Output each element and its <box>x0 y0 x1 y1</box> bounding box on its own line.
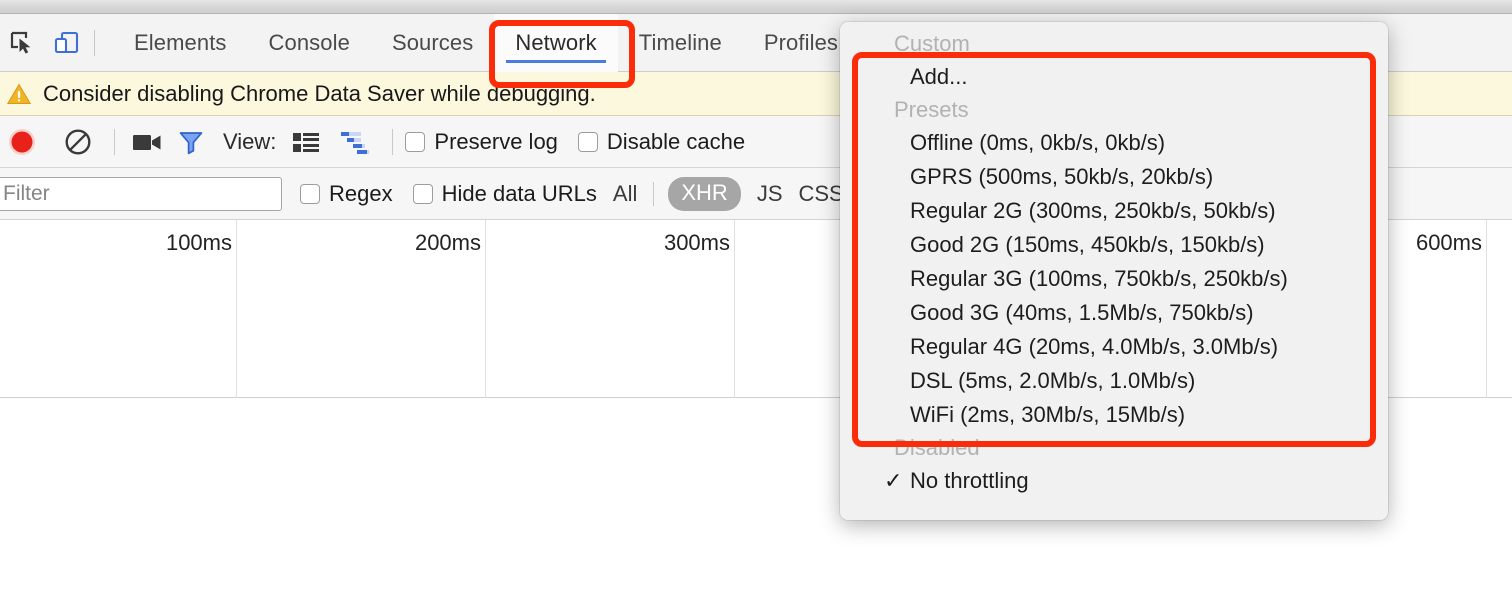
checkmark-icon: ✓ <box>884 468 903 493</box>
ruler-tick-200ms: 200ms <box>414 230 481 255</box>
tab-timeline[interactable]: Timeline <box>618 14 743 72</box>
menu-group-custom: Custom <box>894 31 970 56</box>
menu-item-regular-4g-label: Regular 4G (20ms, 4.0Mb/s, 3.0Mb/s) <box>910 334 1279 359</box>
toolbar-divider <box>94 29 95 56</box>
menu-item-good-2g-label: Good 2G (150ms, 450kb/s, 150kb/s) <box>910 232 1265 257</box>
filter-type-js[interactable]: JS <box>757 181 783 207</box>
filter-type-xhr[interactable]: XHR <box>668 176 741 211</box>
menu-item-no-throttling-label: No throttling <box>910 468 1029 493</box>
record-button-icon <box>9 128 35 155</box>
menu-item-offline[interactable]: Offline (0ms, 0kb/s, 0kb/s) <box>840 126 1388 160</box>
waterfall-view-icon <box>341 131 370 154</box>
tab-timeline-label: Timeline <box>638 29 722 55</box>
regex-checkbox[interactable]: Regex <box>300 181 393 207</box>
regex-box[interactable] <box>300 183 320 204</box>
warning-triangle-icon <box>6 83 32 104</box>
tab-profiles-label: Profiles <box>763 29 839 55</box>
menu-item-gprs[interactable]: GPRS (500ms, 50kb/s, 20kb/s) <box>840 160 1388 194</box>
tab-list: Elements Console Sources Network Timelin… <box>113 13 859 72</box>
menu-item-wifi[interactable]: WiFi (2ms, 30Mb/s, 15Mb/s) <box>840 398 1388 432</box>
menu-item-regular-2g[interactable]: Regular 2G (300ms, 250kb/s, 50kb/s) <box>840 194 1388 228</box>
view-label: View: <box>223 128 277 154</box>
toolbar-divider-1 <box>114 128 115 155</box>
toolbar-divider-2 <box>392 128 394 155</box>
menu-item-regular-2g-label: Regular 2G (300ms, 250kb/s, 50kb/s) <box>910 198 1276 223</box>
ruler-cell-1: 100ms <box>0 220 237 398</box>
menu-item-good-2g[interactable]: Good 2G (150ms, 450kb/s, 150kb/s) <box>840 228 1388 262</box>
menu-group-presets: Presets <box>894 97 969 122</box>
device-toolbar-icon <box>54 31 79 53</box>
throttling-dropdown-menu[interactable]: Custom Add... Presets Offline (0ms, 0kb/… <box>840 22 1388 520</box>
hide-data-urls-checkbox[interactable]: Hide data URLs <box>412 180 597 207</box>
filter-type-css[interactable]: CSS <box>799 181 844 207</box>
window-title-bar <box>0 0 1512 14</box>
tab-elements-label: Elements <box>134 29 227 55</box>
filter-input[interactable] <box>0 176 282 211</box>
hide-data-urls-label: Hide data URLs <box>441 180 597 206</box>
tab-console-label: Console <box>268 29 350 55</box>
disable-cache-checkbox[interactable]: Disable cache <box>577 128 746 155</box>
ruler-tick-300ms: 300ms <box>663 230 730 255</box>
tab-console[interactable]: Console <box>248 14 371 72</box>
menu-group-disabled: Disabled <box>894 435 980 460</box>
filter-funnel-icon <box>179 131 203 154</box>
record-button[interactable] <box>0 116 44 168</box>
tab-sources-label: Sources <box>391 29 474 55</box>
menu-item-gprs-label: GPRS (500ms, 50kb/s, 20kb/s) <box>910 164 1214 189</box>
filter-divider <box>653 181 655 206</box>
ruler-cell-2: 200ms <box>237 220 486 398</box>
clear-button[interactable] <box>56 116 100 168</box>
warning-text: Consider disabling Chrome Data Saver whi… <box>43 80 596 106</box>
hide-data-urls-box[interactable] <box>412 183 433 204</box>
menu-item-add-label: Add... <box>910 64 968 89</box>
preserve-log-box[interactable] <box>405 131 426 152</box>
tab-network-label: Network <box>515 29 597 55</box>
menu-item-wifi-label: WiFi (2ms, 30Mb/s, 15Mb/s) <box>910 402 1186 427</box>
clear-button-icon <box>65 128 91 155</box>
menu-item-dsl-label: DSL (5ms, 2.0Mb/s, 1.0Mb/s) <box>910 368 1196 393</box>
menu-item-no-throttling[interactable]: ✓ No throttling <box>840 464 1388 498</box>
disable-cache-box[interactable] <box>577 131 598 152</box>
list-view-button[interactable] <box>284 116 328 168</box>
menu-item-good-3g[interactable]: Good 3G (40ms, 1.5Mb/s, 750kb/s) <box>840 296 1388 330</box>
disable-cache-label: Disable cache <box>606 128 746 154</box>
tab-sources[interactable]: Sources <box>371 14 494 72</box>
regex-label: Regex <box>329 180 393 206</box>
menu-item-add[interactable]: Add... <box>840 60 1388 94</box>
capture-screenshots-button[interactable] <box>125 116 169 168</box>
inspect-element-icon <box>10 31 31 54</box>
preserve-log-checkbox[interactable]: Preserve log <box>405 129 558 155</box>
ruler-tick-600ms: 600ms <box>1415 230 1482 255</box>
tab-network[interactable]: Network <box>494 13 618 72</box>
capture-screenshots-icon <box>133 134 161 150</box>
filter-toggle-button[interactable] <box>169 116 213 168</box>
waterfall-view-button[interactable] <box>334 116 378 168</box>
menu-item-offline-label: Offline (0ms, 0kb/s, 0kb/s) <box>910 130 1166 155</box>
tab-elements[interactable]: Elements <box>113 14 248 72</box>
menu-item-good-3g-label: Good 3G (40ms, 1.5Mb/s, 750kb/s) <box>910 300 1254 325</box>
preserve-log-label: Preserve log <box>434 128 558 154</box>
menu-item-regular-4g[interactable]: Regular 4G (20ms, 4.0Mb/s, 3.0Mb/s) <box>840 330 1388 364</box>
menu-item-regular-3g-label: Regular 3G (100ms, 750kb/s, 250kb/s) <box>910 266 1288 291</box>
inspect-element-button[interactable] <box>0 14 44 72</box>
ruler-cell-3: 300ms <box>486 220 735 398</box>
devtools-screenshot: Elements Console Sources Network Timelin… <box>0 0 1512 612</box>
filter-type-all[interactable]: All <box>613 181 637 207</box>
list-view-icon <box>293 132 320 152</box>
menu-item-regular-3g[interactable]: Regular 3G (100ms, 750kb/s, 250kb/s) <box>840 262 1388 296</box>
ruler-tick-100ms: 100ms <box>165 230 232 255</box>
device-toolbar-button[interactable] <box>44 14 88 72</box>
menu-item-dsl[interactable]: DSL (5ms, 2.0Mb/s, 1.0Mb/s) <box>840 364 1388 398</box>
